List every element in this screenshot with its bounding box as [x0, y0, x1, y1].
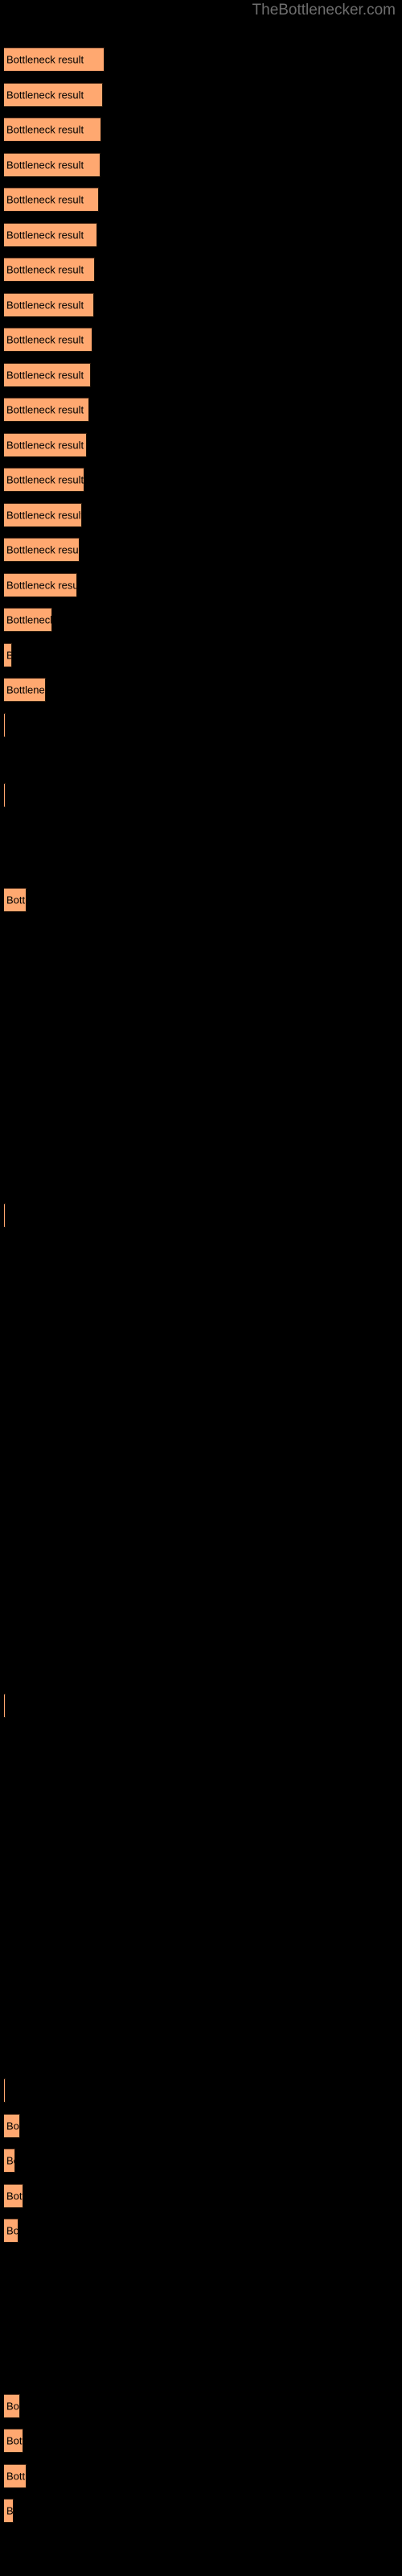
bar[interactable]: Bottleneck result [4, 2429, 23, 2453]
bar-label: Bottleneck result [6, 509, 82, 522]
bar[interactable]: Bottleneck result [4, 888, 27, 912]
bar[interactable]: Bottleneck result [4, 1203, 6, 1228]
bar-label: Bottleneck result [6, 2120, 19, 2132]
bar-label: Bottleneck result [6, 683, 45, 696]
bar[interactable]: Bottleneck result [4, 678, 46, 702]
bar-label: Bottleneck result [6, 159, 84, 171]
bar-label: Bottleneck result [6, 299, 84, 312]
bar-label: Bottleneck result [6, 2400, 19, 2413]
bar[interactable]: Bottleneck result [4, 573, 77, 597]
bar-label: Bottleneck result [6, 2190, 23, 2202]
bar[interactable]: Bottleneck result [4, 2499, 14, 2523]
bar[interactable]: Bottleneck result [4, 2114, 20, 2138]
bar[interactable]: Bottleneck result [4, 503, 82, 527]
bar[interactable]: Bottleneck result [4, 433, 87, 457]
bar[interactable]: Bottleneck result [4, 398, 89, 422]
bar[interactable]: Bottleneck result [4, 643, 12, 667]
bar[interactable]: Bottleneck result [4, 2464, 27, 2488]
bar-label: Bottleneck result [6, 2504, 14, 2517]
bar-label: Bottleneck result [6, 2434, 23, 2447]
bar-label: Bottleneck result [6, 543, 80, 556]
bar-label: Bottleneck result [6, 579, 77, 592]
bar-label: Bottleneck result [6, 263, 84, 276]
bar[interactable]: Bottleneck result [4, 538, 80, 562]
bar-label: Bottleneck result [6, 473, 84, 486]
site-title: TheBottlenecker.com [252, 2, 396, 19]
bar-label: Bottleneck result [6, 650, 11, 662]
bar-label: Bottleneck result [6, 89, 84, 101]
bar[interactable]: Bottleneck result [4, 363, 91, 387]
bar-label: Bottleneck result [6, 2154, 14, 2167]
bar[interactable]: Bottleneck result [4, 2219, 18, 2243]
bar[interactable]: Bottleneck result [4, 328, 92, 352]
bar[interactable]: Bottleneck result [4, 783, 6, 807]
bar-label: Bottleneck result [6, 2470, 27, 2483]
bar[interactable]: Bottleneck result [4, 47, 105, 72]
bar[interactable]: Bottleneck result [4, 2394, 20, 2418]
bar[interactable]: Bottleneck result [4, 293, 94, 317]
bar[interactable]: Bottleneck result [4, 258, 95, 282]
bar[interactable]: Bottleneck result [4, 153, 100, 177]
bar[interactable]: Bottleneck result [4, 223, 97, 247]
bar[interactable]: Bottleneck result [4, 1694, 6, 1718]
bar[interactable]: Bottleneck result [4, 608, 52, 632]
bar[interactable]: Bottleneck result [4, 2079, 6, 2103]
bar-label: Bottleneck result [6, 2224, 18, 2237]
bar-label: Bottleneck result [6, 613, 52, 626]
bar[interactable]: Bottleneck result [4, 188, 99, 212]
bar-label: Bottleneck result [6, 403, 84, 416]
bar-label: Bottleneck result [6, 123, 84, 136]
bar[interactable]: Bottleneck result [4, 713, 6, 737]
bar-label: Bottleneck result [6, 193, 84, 206]
bar[interactable]: Bottleneck result [4, 83, 103, 107]
bar-label: Bottleneck result [6, 369, 84, 382]
bar-label: Bottleneck result [6, 894, 27, 906]
bar-label: Bottleneck result [6, 53, 84, 66]
bar-label: Bottleneck result [6, 333, 84, 346]
bar-label: Bottleneck result [6, 439, 84, 452]
bar[interactable]: Bottleneck result [4, 2149, 15, 2173]
bar[interactable]: Bottleneck result [4, 118, 101, 142]
bottleneck-bar-chart: TheBottlenecker.com Bottleneck result Bot… [0, 0, 402, 2576]
bar[interactable]: Bottleneck result [4, 468, 84, 492]
bar-label: Bottleneck result [6, 229, 84, 242]
bar[interactable]: Bottleneck result [4, 2184, 23, 2208]
